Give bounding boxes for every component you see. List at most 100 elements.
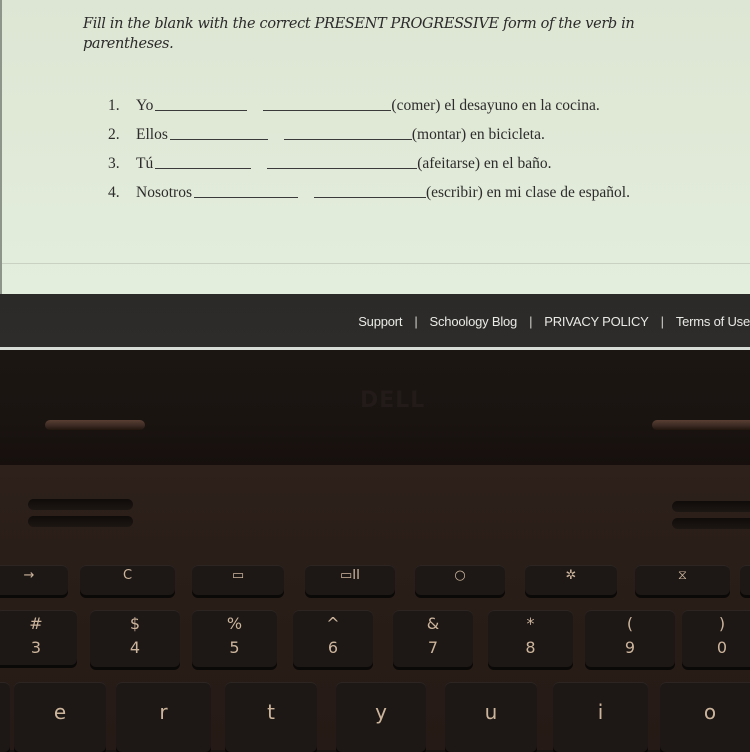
key-5[interactable]: % 5 [192, 610, 277, 667]
key-legend: t [267, 700, 275, 724]
key-legend: 4 [129, 638, 141, 657]
speaker-grille [28, 499, 133, 510]
key-legend: 0 [716, 638, 728, 657]
key-shift-legend: ^ [326, 614, 340, 633]
instructions-text: Fill in the blank with the correct PRESE… [83, 16, 635, 52]
key-legend: 9 [624, 638, 636, 657]
key-i[interactable]: i [553, 682, 648, 752]
key-shift-legend: & [426, 614, 440, 633]
key-0[interactable]: ) 0 [682, 610, 750, 667]
footer-separator: | [414, 314, 418, 329]
key-legend: o [703, 700, 717, 724]
blank-line-2 [283, 139, 412, 140]
footer-links: Support | Schoology Blog | PRIVACY POLICY | Te… [358, 314, 750, 329]
exercise-item: 2. Ellos (montar) en bicicleta. [108, 115, 630, 144]
exercise-item: 1. Yo (comer) el desayuno en la cocina. [108, 86, 630, 115]
footer-link-support[interactable]: Support [358, 314, 402, 329]
blank-line-1 [155, 168, 252, 169]
exercise-text: (escribir) en mi clase de español. [425, 184, 630, 201]
speaker-grille [672, 518, 750, 529]
footer-separator: | [660, 314, 664, 329]
brightness-up-icon: ✲ [565, 568, 577, 583]
key-4[interactable]: $ 4 [90, 610, 180, 667]
content-divider [2, 263, 750, 264]
footer-link-privacy-policy[interactable]: PRIVACY POLICY [544, 314, 649, 329]
key-shift-legend: # [29, 614, 43, 633]
key-legend: i [597, 700, 604, 724]
key-shift-legend: * [526, 614, 535, 633]
key-u[interactable]: u [445, 682, 537, 752]
key-shift-legend: ( [626, 614, 634, 633]
key-refresh[interactable]: C [80, 565, 175, 595]
key-mute[interactable]: ⧖ [635, 565, 730, 595]
assignment-page: Fill in the blank with the correct PRESE… [0, 0, 750, 294]
key-9[interactable]: ( 9 [585, 610, 675, 667]
key-legend: 8 [525, 638, 536, 657]
key-w[interactable] [0, 682, 10, 752]
fullscreen-icon: ▭ [231, 568, 245, 583]
blank-line-2 [267, 168, 418, 169]
key-brightness-down[interactable]: ○ [415, 565, 505, 595]
key-legend: e [53, 700, 67, 724]
key-overview[interactable]: ▭II [305, 565, 395, 595]
hinge-left [45, 420, 145, 430]
key-fullscreen[interactable]: ▭ [192, 565, 284, 595]
key-e[interactable]: e [14, 682, 106, 752]
footer-separator: | [529, 314, 533, 329]
key-t[interactable]: t [225, 682, 317, 752]
key-7[interactable]: & 7 [393, 610, 473, 667]
key-3[interactable]: # 3 [0, 610, 77, 665]
footer-link-terms-of-use[interactable]: Terms of Use [676, 314, 750, 329]
exercise-text: (montar) en bicicleta. [411, 126, 545, 143]
key-legend: 3 [30, 638, 42, 657]
exercise-subject: Yo [136, 97, 154, 114]
forward-arrow-icon: → [23, 568, 35, 583]
exercise-number: 3. [108, 155, 120, 172]
exercise-item: 4. Nosotros (escribir) en mi clase de es… [108, 173, 630, 202]
refresh-icon: C [122, 568, 133, 583]
blank-line-1 [193, 197, 298, 198]
key-6[interactable]: ^ 6 [293, 610, 373, 667]
exercise-text: (afeitarse) en el baño. [417, 155, 552, 172]
laptop-screen: Fill in the blank with the correct PRESE… [0, 0, 750, 350]
blank-line-2 [263, 110, 392, 111]
hinge-right [652, 420, 750, 430]
key-r[interactable]: r [116, 682, 211, 752]
exercise-subject: Nosotros [136, 184, 192, 201]
exercise-subject: Tú [136, 155, 154, 172]
key-shift-legend: $ [129, 614, 141, 633]
key-legend: 6 [327, 638, 339, 657]
key-legend: 7 [427, 638, 439, 657]
key-legend: u [484, 700, 498, 724]
speaker-grille [672, 501, 750, 512]
key-legend: y [375, 700, 387, 724]
site-footer: Support | Schoology Blog | PRIVACY POLICY | Te… [0, 294, 750, 348]
exercise-text: (comer) el desayuno en la cocina. [391, 97, 600, 114]
speaker-grille [28, 516, 133, 527]
key-y[interactable]: y [336, 682, 426, 752]
blank-line-2 [313, 197, 426, 198]
exercise-number: 2. [108, 126, 120, 143]
dell-logo: DELL [360, 388, 426, 413]
exercise-list: 1. Yo (comer) el desayuno en la cocina. … [108, 86, 630, 202]
key-8[interactable]: * 8 [488, 610, 573, 667]
exercise-item: 3. Tú (afeitarse) en el baño. [108, 144, 630, 173]
exercise-subject: Ellos [136, 126, 168, 143]
key-legend: 5 [229, 638, 240, 657]
key-volume[interactable] [740, 565, 750, 595]
overview-icon: ▭II [340, 568, 360, 583]
blank-line-1 [155, 110, 248, 111]
key-legend: r [159, 700, 168, 724]
key-shift-legend: % [226, 614, 243, 633]
laptop-bezel: DELL [0, 350, 750, 465]
key-forward[interactable]: → [0, 565, 68, 595]
exercise-number: 4. [108, 184, 120, 201]
brightness-down-icon: ○ [454, 568, 466, 583]
key-brightness-up[interactable]: ✲ [525, 565, 617, 595]
exercise-number: 1. [108, 97, 120, 114]
blank-line-1 [169, 139, 268, 140]
key-shift-legend: ) [718, 614, 726, 633]
footer-link-schoology-blog[interactable]: Schoology Blog [430, 314, 518, 329]
mute-icon: ⧖ [677, 568, 688, 583]
key-o[interactable]: o [660, 682, 750, 752]
